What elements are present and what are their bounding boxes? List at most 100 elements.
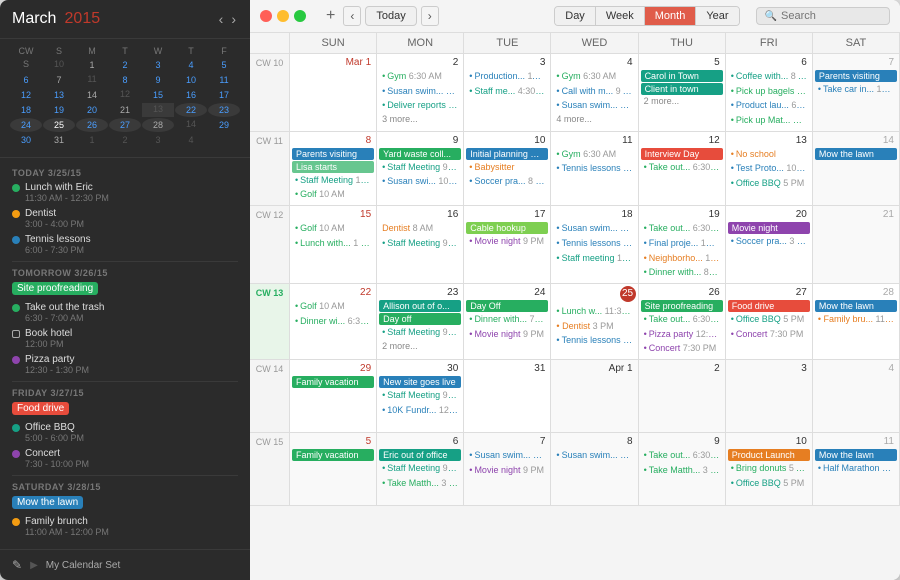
calendar-event[interactable]: Tennis lessons 6 PM (553, 162, 635, 176)
calendar-day[interactable]: 2 (639, 360, 726, 432)
calendar-day[interactable]: 20 Movie night Soccer pra... 3 PM (726, 206, 813, 283)
calendar-event[interactable]: Golf 10 AM (292, 188, 374, 202)
calendar-event-block[interactable]: Day Off (466, 300, 548, 312)
calendar-day[interactable]: 10 Initial planning meeting Babysitter S… (464, 132, 551, 205)
calendar-day[interactable]: 28 Mow the lawn • Family bru... 11 AM (813, 284, 900, 359)
calendar-event[interactable]: Office BBQ 5 PM (728, 177, 810, 191)
calendar-event[interactable]: Movie night 9 PM (466, 328, 548, 342)
calendar-day[interactable]: 4 (813, 360, 900, 432)
more-events-link[interactable]: 2 more... (641, 96, 723, 106)
calendar-event[interactable]: Golf 10 AM (292, 300, 374, 314)
calendar-event-block[interactable]: Mow the lawn (815, 148, 897, 160)
calendar-event[interactable]: Staff Meeting 9 AM (379, 237, 461, 251)
calendar-event-block[interactable]: Site proofreading (641, 300, 723, 312)
calendar-event[interactable]: Test Proto... 10 AM (728, 162, 810, 176)
calendar-day[interactable]: 24 Day Off Dinner with... 7 PM Movie nig… (464, 284, 551, 359)
calendar-event-block[interactable]: Mow the lawn (815, 449, 897, 461)
calendar-day[interactable]: Mar 1 (290, 54, 377, 131)
calendar-event[interactable]: Take Matth... 3 PM (379, 477, 461, 491)
more-events-link[interactable]: 4 more... (553, 114, 635, 124)
minimize-button[interactable] (277, 10, 289, 22)
year-view-button[interactable]: Year (696, 7, 738, 25)
calendar-day[interactable]: 16 Dentist 8 AM Staff Meeting 9 AM (377, 206, 464, 283)
calendar-event[interactable]: Staff Meeting 9 AM (379, 161, 461, 175)
calendar-event[interactable]: Production... 11 AM (466, 70, 548, 84)
calendar-event-block[interactable]: Product Launch (728, 449, 810, 461)
calendar-event-block[interactable]: Mow the lawn (815, 300, 897, 312)
calendar-event-block[interactable]: Parents visiting (815, 70, 897, 82)
calendar-event[interactable]: Soccer pra... 3 PM (728, 235, 810, 249)
calendar-day[interactable]: 23 Allison out of o... Day off Staff Mee… (377, 284, 464, 359)
month-view-button[interactable]: Month (645, 7, 697, 25)
next-period-button[interactable]: › (421, 6, 439, 26)
calendar-event-block[interactable]: Movie night (728, 222, 810, 234)
calendar-day[interactable]: 2 Gym 6:30 AM Susan swim... 9 AM Deliver… (377, 54, 464, 131)
calendar-day[interactable]: Apr 1 (551, 360, 638, 432)
calendar-event[interactable]: Pick up Mat... 10 AM (728, 114, 810, 128)
close-button[interactable] (260, 10, 272, 22)
calendar-event[interactable]: Coffee with... 8 AM (728, 70, 810, 84)
calendar-event[interactable]: Take out... 6:30 AM (641, 222, 723, 236)
calendar-day[interactable]: 3 Production... 11 AM Staff me... 4:30 P… (464, 54, 551, 131)
calendar-day[interactable]: 12 Interview Day Take out... 6:30 AM (639, 132, 726, 205)
calendar-event[interactable]: Dinner wi... 6:30 PM (292, 315, 374, 329)
next-month-button[interactable]: › (229, 11, 238, 27)
calendar-event[interactable]: Pick up bagels 9 AM (728, 85, 810, 99)
calendar-event[interactable]: Gym 6:30 AM (379, 70, 461, 84)
calendar-event-block[interactable]: New site goes live (379, 376, 461, 388)
calendar-event[interactable]: Final proje... 12 PM (641, 237, 723, 251)
calendar-event[interactable]: Neighborho... 1 PM (641, 252, 723, 266)
calendar-event[interactable]: Dentist 8 AM (379, 222, 461, 236)
calendar-day[interactable]: 30 New site goes live Staff Meeting 9 AM… (377, 360, 464, 432)
calendar-event[interactable]: Take car in... 12 PM (815, 83, 897, 97)
more-events-link[interactable]: 3 more... (379, 114, 461, 124)
week-view-button[interactable]: Week (596, 7, 645, 25)
calendar-event[interactable]: Susan swim... 8 AM (553, 222, 635, 236)
calendar-event-block[interactable]: Cable hookup (466, 222, 548, 234)
calendar-event[interactable]: Concert 7:30 PM (728, 328, 810, 342)
calendar-day[interactable]: 9 Yard waste coll... Staff Meeting 9 AM … (377, 132, 464, 205)
calendar-event-block[interactable]: Family vacation (292, 449, 374, 461)
calendar-day[interactable]: 29 Family vacation (290, 360, 377, 432)
calendar-day[interactable]: 7 Susan swim... 9 AM Movie night 9 PM (464, 433, 551, 505)
calendar-event[interactable]: Lunch with... 1 PM (292, 237, 374, 251)
calendar-event[interactable]: Tennis lessons 9 PM (553, 334, 635, 348)
calendar-day[interactable]: 3 (726, 360, 813, 432)
calendar-event-block[interactable]: Parents visiting (292, 148, 374, 160)
calendar-event-block[interactable]: Day off (379, 313, 461, 325)
calendar-event[interactable]: • Family bru... 11 AM (815, 313, 897, 327)
calendar-day[interactable]: 6 Eric out of office Staff Meeting 9 AM … (377, 433, 464, 505)
calendar-day[interactable]: 18 Susan swim... 8 AM Tennis lessons 9 P… (551, 206, 638, 283)
prev-month-button[interactable]: ‹ (217, 11, 226, 27)
calendar-day[interactable]: 11 Mow the lawn Half Marathon 9 AM (813, 433, 900, 505)
calendar-event-block[interactable]: Interview Day (641, 148, 723, 160)
calendar-event[interactable]: Take out... 6:30 AM (641, 313, 723, 327)
calendar-event-block[interactable]: Initial planning meeting (466, 148, 548, 160)
calendar-event[interactable]: Dinner with... 7 PM (466, 313, 548, 327)
calendar-event[interactable]: Susan swim... 9 AM (553, 449, 635, 463)
calendar-event[interactable]: Golf 10 AM (292, 222, 374, 236)
calendar-event[interactable]: Staff Meeting 9 AM (379, 389, 461, 403)
calendar-event[interactable]: Babysitter (466, 161, 548, 175)
prev-period-button[interactable]: ‹ (343, 6, 361, 26)
calendar-event[interactable]: Office BBQ 5 PM (728, 477, 810, 491)
maximize-button[interactable] (294, 10, 306, 22)
calendar-day[interactable]: 31 (464, 360, 551, 432)
calendar-event[interactable]: Tennis lessons 9 PM (553, 237, 635, 251)
calendar-event[interactable]: Staff me... 4:30 PM (466, 85, 548, 99)
calendar-event[interactable]: Soccer pra... 8 PM (466, 175, 548, 189)
calendar-day[interactable]: 7 Parents visiting Take car in... 12 PM (813, 54, 900, 131)
calendar-day[interactable]: 13 No school Test Proto... 10 AM Office … (726, 132, 813, 205)
calendar-event[interactable]: Dinner with... 8 PM (641, 266, 723, 280)
calendar-event[interactable]: Deliver reports 9 AM (379, 99, 461, 113)
calendar-event-block[interactable]: Food drive (728, 300, 810, 312)
calendar-event[interactable]: Movie night 9 PM (466, 235, 548, 249)
calendar-event[interactable]: Gym 6:30 AM (553, 148, 635, 162)
calendar-event[interactable]: Staff Meeting 9 AM (379, 326, 461, 340)
calendar-day[interactable]: 11 Gym 6:30 AM Tennis lessons 6 PM (551, 132, 638, 205)
calendar-event[interactable]: Bring donuts 5 AM (728, 462, 810, 476)
calendar-event-block[interactable]: Allison out of o... (379, 300, 461, 312)
calendar-day[interactable]: 15 Golf 10 AM Lunch with... 1 PM (290, 206, 377, 283)
calendar-event[interactable]: Concert 7:30 PM (641, 342, 723, 356)
calendar-event-block[interactable]: Eric out of office (379, 449, 461, 461)
